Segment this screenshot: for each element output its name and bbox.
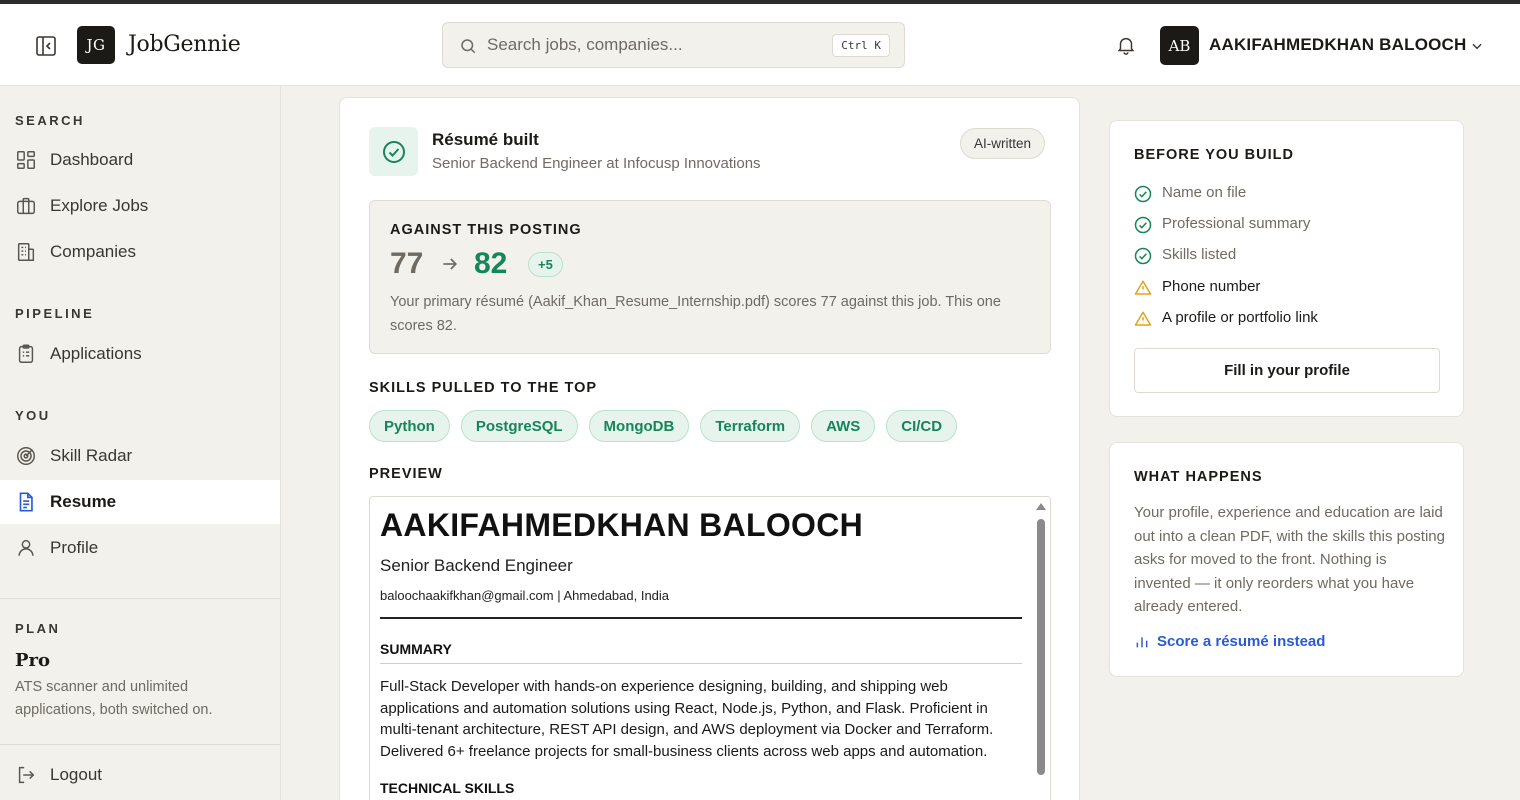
checklist-label: Skills listed — [1162, 246, 1237, 263]
result-title: Résumé built — [432, 130, 539, 149]
user-name[interactable]: AAKIFAHMEDKHAN BALOOCH — [1209, 35, 1467, 55]
resume-document: AAKIFAHMEDKHAN BALOOCH Senior Backend En… — [380, 507, 1022, 796]
what-happens-card: WHAT HAPPENS Your profile, experience an… — [1109, 442, 1464, 677]
new-score: 82 — [474, 247, 508, 280]
resume-contact: baloochaakifkhan@gmail.com | Ahmedabad, … — [380, 588, 670, 603]
sidebar-item-label: Applications — [50, 344, 142, 363]
section-label-pipeline: PIPELINE — [15, 306, 95, 321]
checklist-label: Phone number — [1162, 278, 1261, 295]
arrow-right-icon — [440, 254, 460, 274]
checklist-label: A profile or portfolio link — [1162, 309, 1318, 326]
user-icon — [15, 537, 37, 559]
briefcase-icon — [15, 195, 37, 217]
checklist-label: Name on file — [1162, 184, 1247, 201]
search-input[interactable] — [487, 31, 817, 59]
sidebar-item-label: Explore Jobs — [50, 196, 149, 215]
sidebar-item-label: Skill Radar — [50, 446, 133, 465]
what-happens-description: Your profile, experience and education a… — [1134, 504, 1445, 615]
sidebar-item-profile[interactable]: Profile — [0, 526, 280, 570]
document-icon — [15, 491, 37, 513]
plan-description: ATS scanner and unlimited applications, … — [15, 679, 213, 718]
resume-name: AAKIFAHMEDKHAN BALOOCH — [380, 507, 864, 543]
chevron-down-icon[interactable] — [1470, 39, 1484, 53]
skill-chip: Python — [369, 410, 450, 442]
section-label-plan: PLAN — [15, 621, 61, 636]
sidebar-item-resume[interactable]: Resume — [0, 480, 280, 524]
clipboard-icon — [15, 343, 37, 365]
logo[interactable]: JG — [77, 26, 115, 64]
section-label-you: YOU — [15, 408, 51, 423]
sidebar-item-explore-jobs[interactable]: Explore Jobs — [0, 184, 280, 228]
check-circle-icon — [1134, 216, 1152, 234]
check-circle-icon — [1134, 247, 1152, 265]
skill-chip: Terraform — [700, 410, 801, 442]
sidebar-item-applications[interactable]: Applications — [0, 332, 280, 376]
sidebar-item-dashboard[interactable]: Dashboard — [0, 138, 280, 182]
resume-skills-heading: TECHNICAL SKILLS — [380, 780, 515, 796]
building-icon — [15, 241, 37, 263]
preview-label: PREVIEW — [369, 466, 443, 482]
sidebar-item-companies[interactable]: Companies — [0, 230, 280, 274]
app-header: JG JobGennie Ctrl K AB AAKIFAHMEDKHAN BA… — [0, 4, 1520, 86]
ai-written-badge: AI-written — [960, 128, 1046, 159]
check-circle-icon — [383, 141, 405, 163]
skill-chip: AWS — [811, 410, 876, 442]
before-build-title: BEFORE YOU BUILD — [1134, 147, 1294, 163]
posting-score-panel: AGAINST THIS POSTING 77 82 +5 Your prima… — [369, 200, 1051, 354]
score-resume-link[interactable]: Score a résumé instead — [1134, 633, 1325, 650]
resume-rule — [380, 617, 1022, 619]
sidebar-divider — [0, 598, 280, 599]
before-you-build-card: BEFORE YOU BUILD Name on file Profession… — [1109, 120, 1464, 417]
app-name[interactable]: JobGennie — [128, 32, 241, 57]
sidebar-item-label: Companies — [50, 242, 136, 261]
bell-icon[interactable] — [1115, 34, 1137, 56]
skill-chip: CI/CD — [886, 410, 958, 442]
resume-preview-frame[interactable]: AAKIFAHMEDKHAN BALOOCH Senior Backend En… — [369, 496, 1051, 800]
sidebar-item-skill-radar[interactable]: Skill Radar — [0, 434, 280, 478]
old-score: 77 — [390, 247, 424, 280]
radar-icon — [15, 445, 37, 467]
result-subtitle: Senior Backend Engineer at Infocusp Inno… — [432, 155, 761, 172]
avatar[interactable]: AB — [1160, 26, 1199, 65]
sidebar: SEARCH Dashboard Explore Jobs Companies … — [0, 86, 281, 800]
scrollbar-thumb[interactable] — [1037, 519, 1045, 775]
resume-summary-heading: SUMMARY — [380, 641, 452, 657]
sidebar-item-logout[interactable]: Logout — [0, 753, 280, 797]
search-bar[interactable]: Ctrl K — [442, 22, 905, 68]
section-label-search: SEARCH — [15, 113, 85, 128]
logout-icon — [15, 764, 37, 786]
scroll-up-arrow-icon[interactable] — [1036, 503, 1046, 510]
checklist-label: Professional summary — [1162, 215, 1311, 232]
sidebar-item-label: Resume — [50, 492, 117, 511]
sidebar-toggle-icon[interactable] — [34, 34, 58, 58]
sidebar-item-label: Dashboard — [50, 150, 134, 169]
check-circle-icon — [1134, 185, 1152, 203]
resume-result-card: Résumé built Senior Backend Engineer at … — [339, 97, 1080, 800]
what-happens-title: WHAT HAPPENS — [1134, 469, 1263, 485]
search-shortcut-badge: Ctrl K — [832, 34, 890, 57]
skills-label: SKILLS PULLED TO THE TOP — [369, 380, 598, 396]
preview-scrollbar[interactable] — [1033, 497, 1050, 800]
fill-profile-button[interactable]: Fill in your profile — [1134, 348, 1440, 393]
posting-description: Your primary résumé (Aakif_Khan_Resume_I… — [390, 294, 1001, 334]
score-delta-badge: +5 — [528, 252, 563, 277]
resume-thin-rule — [380, 663, 1022, 664]
search-icon — [459, 37, 477, 55]
skills-chip-row: Python PostgreSQL MongoDB Terraform AWS … — [369, 410, 958, 442]
success-badge — [369, 127, 418, 176]
warning-icon — [1134, 279, 1152, 297]
posting-label: AGAINST THIS POSTING — [390, 222, 582, 238]
score-resume-link-label: Score a résumé instead — [1157, 633, 1326, 650]
skill-chip: PostgreSQL — [460, 410, 578, 442]
resume-job-title: Senior Backend Engineer — [380, 556, 573, 575]
grid-icon — [15, 149, 37, 171]
bar-chart-icon — [1134, 634, 1150, 650]
sidebar-item-label: Profile — [50, 538, 99, 557]
sidebar-divider — [0, 744, 280, 745]
resume-summary-text: Full-Stack Developer with hands-on exper… — [380, 678, 994, 760]
warning-icon — [1134, 310, 1152, 328]
sidebar-item-label: Logout — [50, 765, 102, 784]
plan-name: Pro — [15, 650, 51, 671]
skill-chip: MongoDB — [588, 410, 690, 442]
